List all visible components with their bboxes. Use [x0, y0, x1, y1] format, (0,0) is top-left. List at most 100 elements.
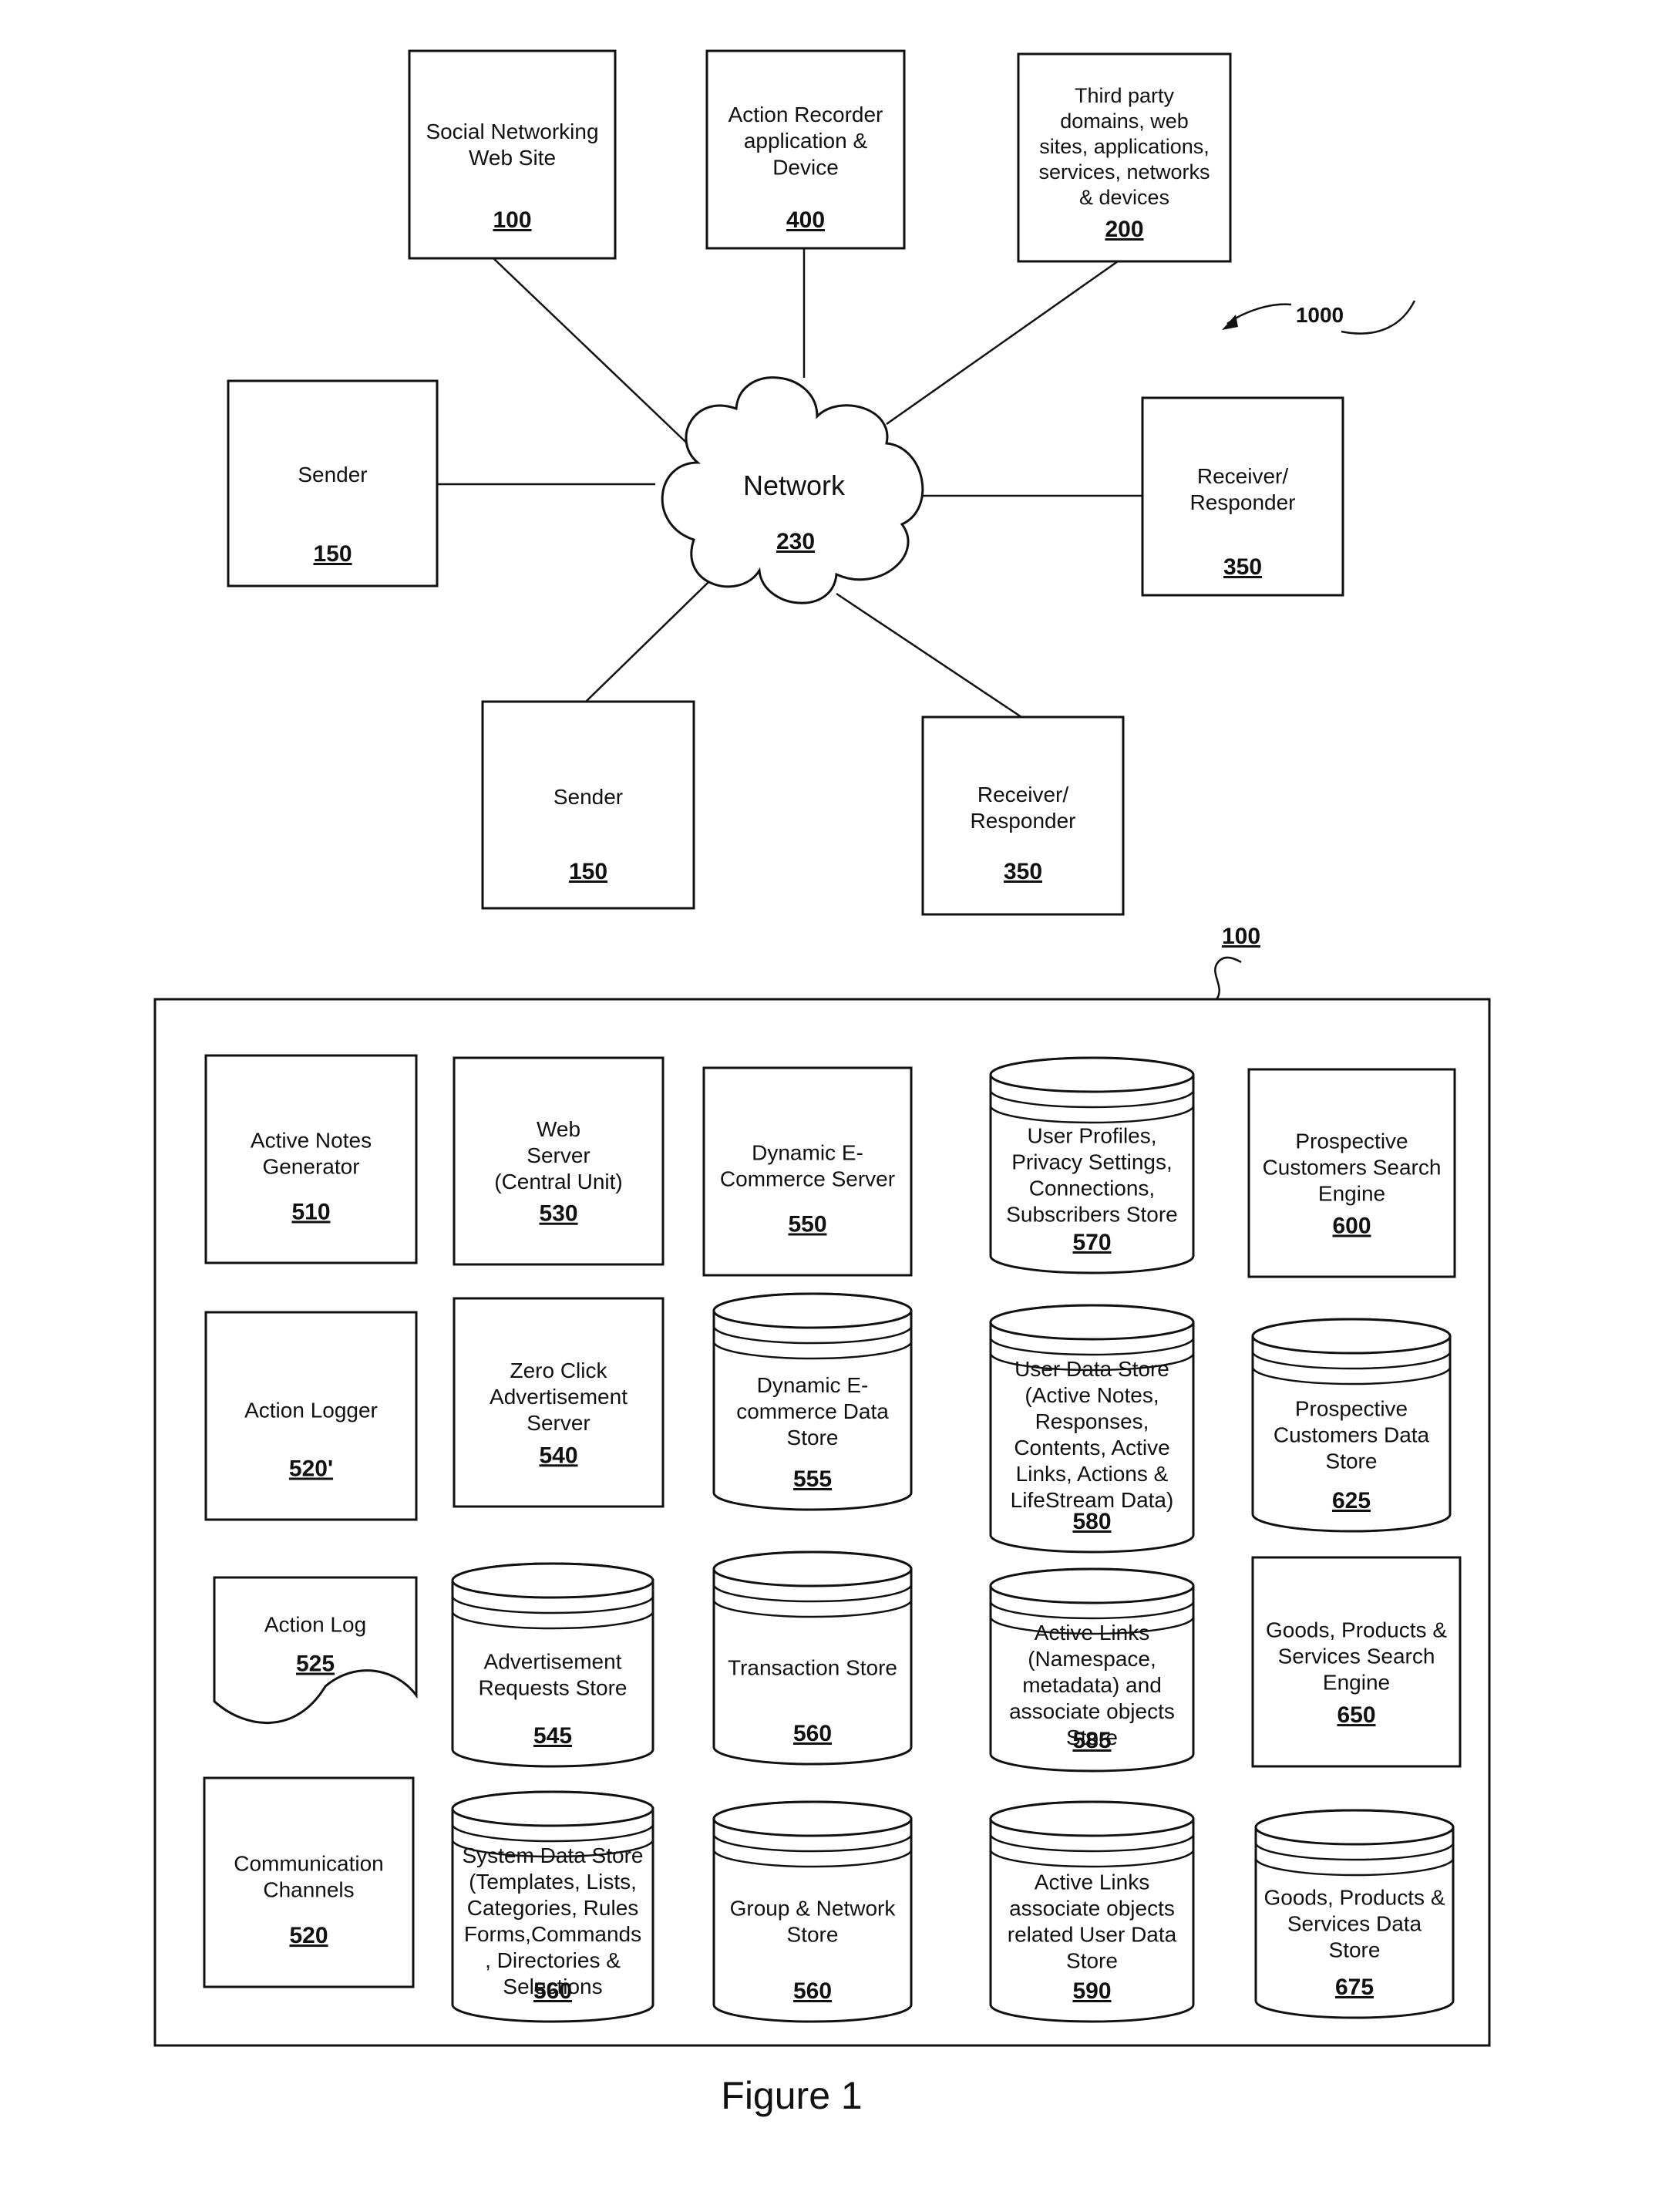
component-550-box: Dynamic E- Commerce Server 550	[702, 1066, 913, 1277]
component-label-line: Privacy Settings,	[1011, 1150, 1173, 1174]
component-label-line: Goods, Products &	[1266, 1618, 1447, 1641]
component-520-box: Action Logger 520'	[204, 1311, 418, 1521]
component-label-line: Store	[1066, 1949, 1118, 1973]
component-ref: 510	[291, 1200, 330, 1225]
component-label-line: Advertisement	[484, 1650, 622, 1674]
component-label-line: associate objects	[1009, 1699, 1175, 1723]
component-label-line: Requests Store	[479, 1676, 628, 1700]
component-ref: 625	[1332, 1488, 1371, 1513]
node-ref: 150	[313, 541, 352, 567]
node-label-line: Third party	[1075, 84, 1175, 107]
component-label-line: Store	[787, 1426, 839, 1449]
component-520-box: CommunicationChannels 520	[203, 1776, 415, 1988]
node-label-line: Sender	[553, 785, 623, 809]
cylinder-top	[1251, 1318, 1452, 1355]
cylinder-top	[989, 1800, 1195, 1837]
component-ref: 560	[533, 1978, 572, 2004]
component-label-line: Generator	[262, 1154, 359, 1178]
component-label-line: (Central Unit)	[494, 1170, 622, 1194]
component-label-line: (Active Notes,	[1025, 1383, 1159, 1407]
component-label-line: Connections,	[1029, 1177, 1155, 1200]
link-social	[493, 258, 698, 454]
container-ref-label: 100	[1222, 924, 1260, 949]
component-label-line: metadata) and	[1022, 1673, 1162, 1697]
component-530-box: WebServer (Central Unit) 530	[453, 1056, 665, 1266]
node-label-line: Receiver/	[1197, 464, 1288, 488]
component-545-cylinder: AdvertisementRequests Store 545	[451, 1562, 654, 1768]
cylinder-top	[989, 1304, 1195, 1341]
component-label-line: Services Data	[1287, 1912, 1422, 1936]
component-ref: 530	[539, 1201, 577, 1227]
component-580-cylinder: User Data Store(Active Notes,Responses, C…	[989, 1304, 1195, 1554]
node-label-line: Web Site	[469, 146, 556, 170]
system-ref-label: 1000	[1296, 303, 1344, 327]
figure-caption: Figure 1	[721, 2074, 862, 2117]
node-label-line: sites, applications,	[1039, 135, 1210, 158]
system-reference: 1000	[1222, 300, 1416, 335]
component-560-cylinder: System Data Store (Templates, Lists,Categ…	[451, 1790, 654, 2023]
cylinder-top	[451, 1790, 654, 1827]
component-label-line: Subscribers Store	[1006, 1203, 1178, 1227]
component-label-line: Transaction Store	[728, 1656, 897, 1680]
component-label-line: System Data Store	[463, 1843, 644, 1867]
node-label-line: Action Recorder	[728, 103, 883, 126]
component-570-cylinder: User Profiles,Privacy Settings, Connectio…	[989, 1056, 1195, 1274]
component-label-line: Forms,Commands	[464, 1922, 641, 1946]
component-590-cylinder: Active Links associate objectsrelated Use…	[989, 1800, 1195, 2023]
component-label-line: Store	[1329, 1938, 1381, 1962]
component-585-cylinder: Active Links(Namespace,metadata) andasso…	[989, 1567, 1195, 1773]
ref-tail-icon	[1341, 300, 1416, 335]
component-ref: 520	[289, 1923, 328, 1948]
link-thirdparty	[886, 260, 1119, 426]
component-560-cylinder: Transaction Store 560	[712, 1550, 913, 1766]
node-sender-bottom: Sender 150	[481, 700, 695, 910]
architecture-diagram: Network 230 Social Networking Web Site 100…	[153, 49, 1491, 2117]
node-label-line: Device	[772, 155, 839, 179]
cylinder-top	[989, 1056, 1195, 1093]
component-560-cylinder: Group & NetworkStore 560	[712, 1800, 913, 2023]
component-ref: 675	[1335, 1975, 1374, 2000]
component-label-line: Zero Click	[510, 1359, 607, 1382]
cylinder-top	[451, 1562, 654, 1599]
node-label-line: & devices	[1079, 186, 1169, 209]
component-label-line: Engine	[1318, 1181, 1385, 1205]
component-label-line: Server	[527, 1143, 590, 1167]
component-label-line: Channels	[263, 1877, 354, 1901]
node-ref: 400	[786, 207, 825, 233]
node-label-line: Receiver/	[977, 783, 1068, 806]
component-ref: 520'	[289, 1456, 333, 1482]
component-label-line: commerce Data	[736, 1399, 889, 1423]
component-ref: 550	[788, 1212, 826, 1237]
component-label-line: Server	[527, 1411, 590, 1435]
network-label: Network	[743, 470, 846, 501]
component-label-line: (Templates, Lists,	[469, 1870, 637, 1894]
component-650-box: Goods, Products & Services SearchEngine 65…	[1251, 1556, 1462, 1768]
component-label-line: Active Links	[1035, 1870, 1149, 1894]
component-label-line: Action Logger	[244, 1398, 378, 1422]
component-label-line: Group & Network	[730, 1897, 897, 1921]
cylinder-top	[712, 1292, 913, 1329]
link-receiver-bottom	[836, 592, 1022, 719]
component-ref: 540	[539, 1443, 577, 1468]
component-label-line: Dynamic E-	[752, 1140, 863, 1164]
node-ref: 100	[493, 207, 531, 233]
component-label-line: Commerce Server	[720, 1167, 895, 1190]
component-ref: 570	[1072, 1230, 1111, 1255]
component-label-line: Services Search	[1278, 1644, 1435, 1668]
cylinder-top	[989, 1567, 1195, 1604]
component-555-cylinder: Dynamic E-commerce Data Store 555	[712, 1292, 913, 1511]
node-thirdparty: Third partydomains, websites, applicatio…	[1017, 52, 1232, 263]
node-label-line: Sender	[298, 463, 367, 487]
node-label-line: Social Networking	[426, 120, 598, 143]
node-label-line: Responder	[1190, 490, 1296, 514]
component-label-line: Goods, Products &	[1263, 1886, 1445, 1910]
component-label-line: Prospective	[1295, 1129, 1408, 1153]
cylinder-top	[712, 1550, 913, 1587]
component-label-line: Categories, Rules	[467, 1896, 639, 1920]
component-label-line: , Directories &	[485, 1948, 621, 1972]
node-receiver-right: Receiver/Responder 350	[1141, 396, 1344, 597]
network-cloud: Network 230	[661, 376, 924, 604]
component-label-line: User Profiles,	[1027, 1124, 1156, 1148]
node-label-line: application &	[744, 129, 868, 153]
component-label-line: Advertisement	[490, 1385, 628, 1409]
